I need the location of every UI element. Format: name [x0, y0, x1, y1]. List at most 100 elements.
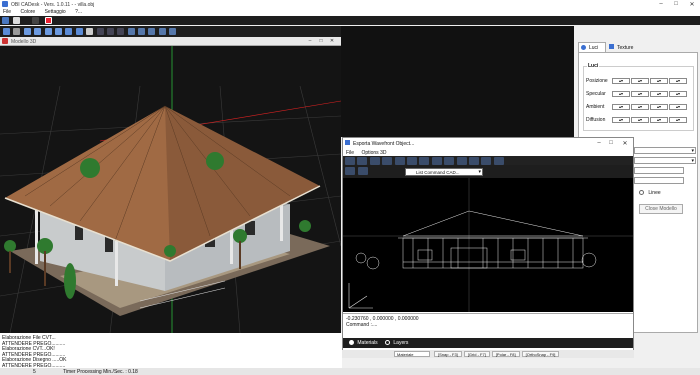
materiale-field[interactable]: Materiale — [394, 351, 430, 357]
snap-button[interactable]: [Snap - F3] — [434, 351, 462, 357]
tab-layers-label: Layers — [393, 340, 409, 346]
spin-a[interactable]: ▴▾ — [669, 78, 687, 84]
spin-r[interactable]: ▴▾ — [612, 104, 630, 110]
model-maximize-icon[interactable]: □ — [317, 38, 325, 44]
snap-toggles: [Snap - F3] [Grid - F7] [Polar - F8] [Ortho… — [434, 351, 561, 358]
minimize-icon[interactable]: – — [657, 1, 665, 7]
spin-b[interactable]: ▴▾ — [650, 78, 668, 84]
move-down-icon[interactable] — [158, 28, 166, 35]
spin-a[interactable]: ▴▾ — [669, 104, 687, 110]
spin-b[interactable]: ▴▾ — [650, 91, 668, 97]
tab-luci-label: Luci — [589, 45, 599, 51]
rotate-ccw-icon[interactable] — [117, 28, 125, 35]
model-close-icon[interactable]: ✕ — [328, 38, 336, 44]
rotate-icon[interactable] — [96, 28, 104, 35]
wireframe-viewport[interactable] — [343, 178, 633, 312]
tab-texture-label: Texture — [617, 45, 634, 51]
tab-materials[interactable]: Materials — [349, 340, 378, 346]
view-icon[interactable] — [3, 28, 10, 35]
menu-colore[interactable]: Colore — [20, 9, 35, 15]
polar-button[interactable]: [Polar - F8] — [491, 351, 520, 357]
menu-help[interactable]: ?... — [75, 9, 82, 15]
red-square-icon[interactable] — [45, 17, 52, 24]
model-minimize-icon[interactable]: – — [306, 38, 314, 44]
export-cube-icon[interactable] — [382, 157, 393, 165]
spin-g[interactable]: ▴▾ — [631, 91, 649, 97]
tab-luci[interactable]: Luci — [578, 42, 606, 52]
export-keyboard-icon[interactable] — [358, 167, 368, 175]
export-copy-icon[interactable] — [481, 157, 492, 165]
export-view-icon[interactable] — [345, 157, 355, 165]
radio-linee-label: Linee — [648, 190, 661, 196]
rotate-cw-icon[interactable] — [106, 28, 114, 35]
tab-texture[interactable]: Texture — [608, 43, 638, 52]
spin-a[interactable]: ▴▾ — [669, 91, 687, 97]
export-cube-bottom-icon[interactable] — [444, 157, 455, 165]
target-icon[interactable] — [13, 28, 21, 35]
text-field-2[interactable] — [634, 177, 684, 184]
menu-settaggio[interactable]: Settaggio — [45, 9, 66, 15]
export-toolbar-2: List Command CAD... ▾ — [343, 165, 633, 178]
export-minimize-icon[interactable]: – — [595, 140, 603, 146]
spin-r[interactable]: ▴▾ — [612, 117, 630, 123]
combo-2[interactable]: ▾ — [634, 157, 696, 164]
close-modello-button[interactable]: Close Modello — [639, 204, 683, 214]
export-fit-icon[interactable] — [357, 157, 368, 165]
radio-linee[interactable]: Linee — [639, 190, 661, 196]
orthosnap-button[interactable]: [OrthoSnap - F9] — [521, 351, 560, 357]
move-right-icon[interactable] — [138, 28, 146, 35]
export-maximize-icon[interactable]: □ — [607, 140, 615, 146]
spin-r[interactable]: ▴▾ — [612, 78, 630, 84]
tab-materials-label: Materials — [357, 340, 378, 346]
spin-g[interactable]: ▴▾ — [631, 104, 649, 110]
spin-b[interactable]: ▴▾ — [650, 104, 668, 110]
grid-button[interactable]: [Grid - F7] — [463, 351, 490, 357]
export-eye-icon[interactable] — [369, 157, 380, 165]
export-cube-front-icon[interactable] — [394, 157, 405, 165]
export-toolbar-1 — [343, 156, 633, 165]
folder-icon[interactable] — [65, 28, 73, 35]
light-row-label: Ambient — [586, 104, 605, 110]
export-trash-icon[interactable] — [493, 157, 504, 165]
export-cube-side-icon[interactable] — [406, 157, 417, 165]
spin-b[interactable]: ▴▾ — [650, 117, 668, 123]
export-grid-icon[interactable] — [456, 157, 467, 165]
move-up-icon[interactable] — [148, 28, 156, 35]
cube-icon[interactable] — [23, 28, 31, 35]
screen-icon[interactable] — [2, 17, 9, 24]
export-layer-icon[interactable] — [468, 157, 479, 165]
status-bar: 5 Timer Processing Min./Sec. : 0.18 — [0, 368, 700, 375]
move-left-icon[interactable] — [127, 28, 135, 35]
export-close-icon[interactable]: ✕ — [621, 140, 629, 147]
export-select-icon[interactable] — [345, 167, 355, 175]
close-icon[interactable]: ✕ — [688, 1, 696, 8]
print-icon[interactable] — [86, 28, 94, 35]
cube-top-icon[interactable] — [54, 28, 62, 35]
spin-g[interactable]: ▴▾ — [631, 117, 649, 123]
model-window-title: Modello 3D — [11, 39, 37, 45]
export-cube-top-icon[interactable] — [419, 157, 430, 165]
radio-icon — [639, 190, 644, 196]
pan-icon[interactable] — [169, 28, 177, 35]
text-field-1[interactable] — [634, 167, 684, 174]
model-window-titlebar: Modello 3D – □ ✕ — [0, 37, 341, 46]
spin-g[interactable]: ▴▾ — [631, 78, 649, 84]
export-tab-bar: Materials Layers — [343, 338, 633, 348]
spin-r[interactable]: ▴▾ — [612, 91, 630, 97]
layer-icon[interactable] — [75, 28, 83, 35]
umbrella-icon[interactable] — [13, 17, 20, 24]
cube-side-icon[interactable] — [44, 28, 52, 35]
title-bar: OBI CADesk - Vers. 1.0.11 - - villa.obj … — [0, 0, 700, 9]
tab-layers[interactable]: Layers — [385, 340, 408, 346]
light-row-ambient: Ambient ▴▾ ▴▾ ▴▾ ▴▾ — [586, 104, 694, 110]
command-area[interactable]: -0.230760 , 0.000000 , 0.000000 Command … — [343, 313, 633, 337]
spin-a[interactable]: ▴▾ — [669, 117, 687, 123]
combo-1[interactable]: ▾ — [634, 147, 696, 154]
menu-file[interactable]: File — [3, 9, 11, 15]
export-cube-back-icon[interactable] — [431, 157, 442, 165]
command-dropdown[interactable]: List Command CAD... ▾ — [405, 168, 483, 176]
maximize-icon[interactable]: □ — [672, 1, 680, 7]
model-3d-viewport[interactable] — [0, 46, 341, 333]
cube-front-icon[interactable] — [34, 28, 42, 35]
pointer-icon[interactable] — [32, 17, 39, 24]
